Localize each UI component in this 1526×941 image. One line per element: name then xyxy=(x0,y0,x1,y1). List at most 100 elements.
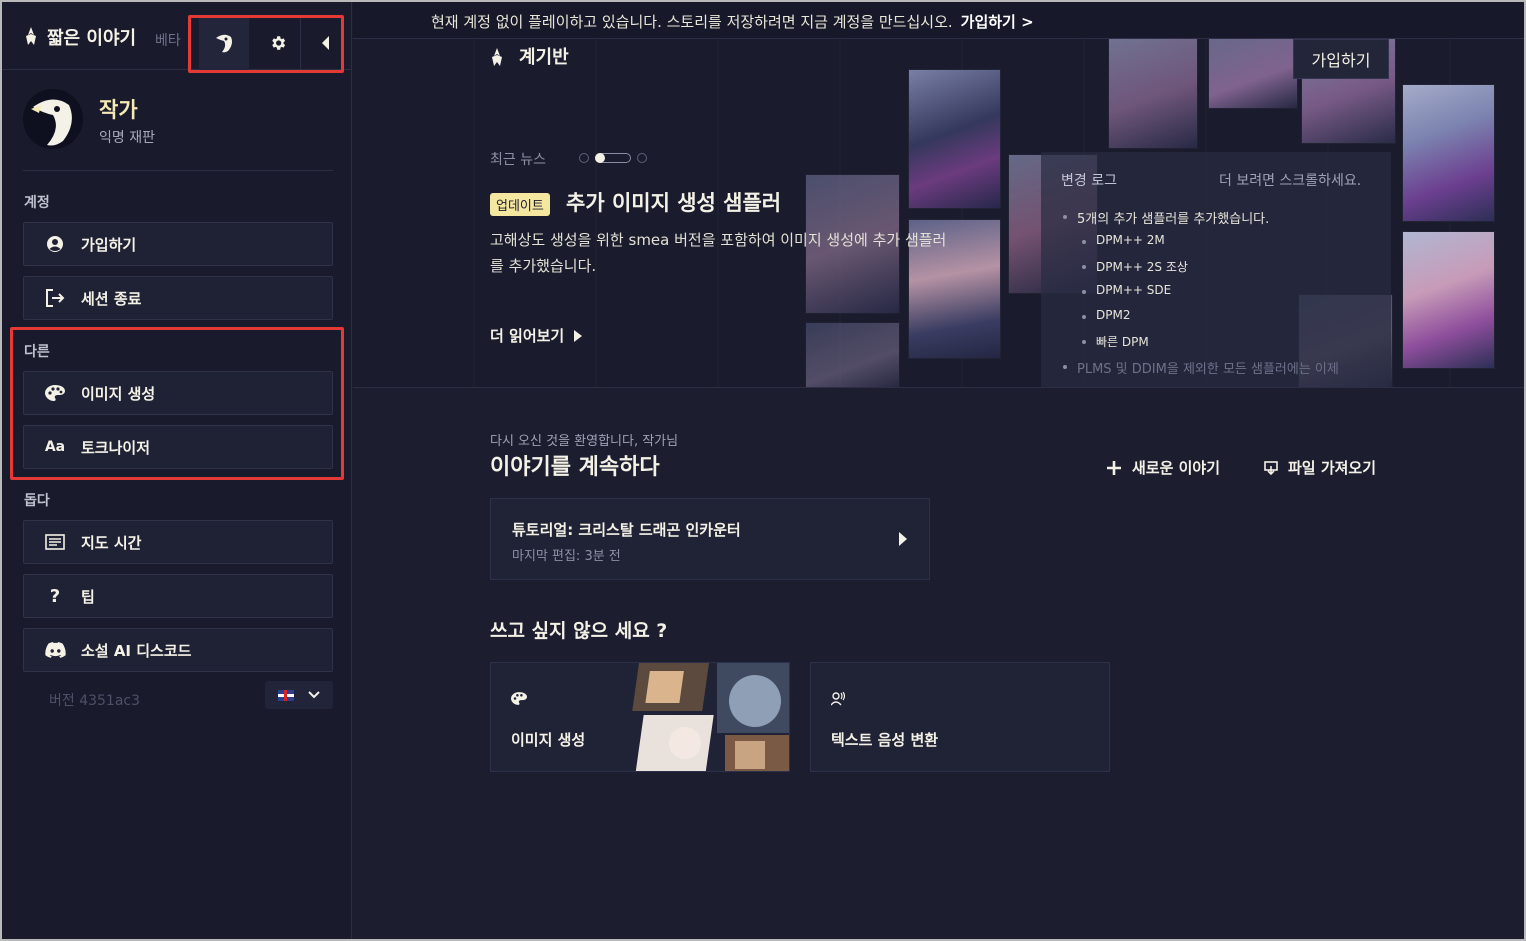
artwork-tile xyxy=(1208,39,1298,109)
artwork-tile xyxy=(1402,84,1495,222)
dashboard-title: 계기반 xyxy=(519,47,569,68)
avatar-icon xyxy=(23,89,83,149)
profile-subtitle: 익명 재판 xyxy=(99,130,155,146)
artwork-tile xyxy=(805,322,900,387)
update-badge: 업데이트 xyxy=(490,193,550,216)
tools-section-title: 쓰고 싶지 않으 세요 ? xyxy=(490,620,668,642)
news-carousel-dots xyxy=(579,153,647,163)
notice-message: 현재 계정 없이 플레이하고 있습니다. 스토리를 저장하려면 지금 계정을 만… xyxy=(431,13,953,31)
carousel-dot[interactable] xyxy=(579,153,589,163)
triangle-right-icon xyxy=(574,329,583,342)
sidebar-item-label: 소설 AI 디스코드 xyxy=(81,641,192,660)
image-generation-card[interactable]: 이미지 생성 xyxy=(490,662,790,772)
signup-button[interactable]: 가입하기 xyxy=(1293,39,1389,79)
plus-icon xyxy=(1107,460,1121,475)
section-label-help: 돕다 xyxy=(24,493,50,509)
question-icon: ? xyxy=(49,585,61,607)
list-item: DPM++ 2S 조상 xyxy=(1061,258,1339,283)
import-file-button[interactable]: 파일 가져오기 xyxy=(1264,457,1376,478)
new-story-button[interactable]: 새로운 이야기 xyxy=(1106,457,1220,478)
sidebar-item-tips[interactable]: ? 팁 xyxy=(23,574,333,618)
news-body: 고해상도 생성을 위한 smea 버전을 포함하여 이미지 생성에 추가 샘플러… xyxy=(490,231,947,275)
changelog-list: 5개의 추가 샘플러를 추가했습니다. DPM++ 2M DPM++ 2S 조상… xyxy=(1061,208,1339,383)
chevron-left-icon xyxy=(321,36,329,50)
tool-label: 텍스트 음성 변환 xyxy=(831,731,939,749)
artwork-tile xyxy=(1402,231,1495,369)
sidebar-item-tokenizer[interactable]: Aa 토크나이저 xyxy=(23,425,333,469)
profile-name: 작가 xyxy=(99,98,138,122)
document-icon xyxy=(44,532,66,552)
story-card[interactable]: 튜토리얼: 크리스탈 드래곤 인카운터 마지막 편집: 3분 전 xyxy=(490,498,930,580)
tts-icon xyxy=(831,692,845,706)
profile-avatar[interactable] xyxy=(23,89,83,149)
changelog-title: 변경 로그 xyxy=(1061,173,1117,189)
palette-icon xyxy=(44,383,66,403)
import-icon xyxy=(1264,460,1278,475)
dashboard-hero: 계기반 가입하기 최근 뉴스 업데이트 추가 이미지 생성 샘플러 고해상도 생… xyxy=(353,39,1524,388)
section-label-account: 계정 xyxy=(24,195,50,211)
read-more-label: 더 읽어보기 xyxy=(490,327,565,345)
list-item: DPM++ 2M xyxy=(1061,233,1339,258)
artwork-tile xyxy=(1108,39,1198,149)
app-title[interactable]: 짧은 이야기 xyxy=(47,24,136,50)
new-story-label: 새로운 이야기 xyxy=(1132,459,1221,477)
notice-text: 현재 계정 없이 플레이하고 있습니다. 스토리를 저장하려면 지금 계정을 만… xyxy=(431,11,1034,32)
list-item: DPM2 xyxy=(1061,308,1339,333)
changelog-hint: 더 보려면 스크롤하세요. xyxy=(1219,173,1362,189)
user-circle-icon xyxy=(44,234,66,254)
continue-story-title: 이야기를 계속하다 xyxy=(490,455,660,480)
welcome-subtitle: 다시 오신 것을 환영합니다, 작가님 xyxy=(490,434,679,449)
sidebar-item-label: 이미지 생성 xyxy=(81,384,156,403)
carousel-dot[interactable] xyxy=(637,153,647,163)
chevron-down-icon xyxy=(307,691,320,699)
story-meta: 마지막 편집: 3분 전 xyxy=(512,549,621,564)
sidebar-item-tutorial[interactable]: 지도 시간 xyxy=(23,520,333,564)
news-label: 최근 뉴스 xyxy=(490,152,546,168)
list-item: DPM++ SDE xyxy=(1061,283,1339,308)
beta-label: 베타 xyxy=(155,33,181,49)
logo-icon xyxy=(26,27,36,45)
changelog-panel[interactable]: 변경 로그 더 보려면 스크롤하세요. 5개의 추가 샘플러를 추가했습니다. … xyxy=(1041,152,1391,387)
section-label-other: 다른 xyxy=(24,344,50,360)
version-label: 버전 4351ac3 xyxy=(49,693,141,709)
list-item: 5개의 추가 샘플러를 추가했습니다. xyxy=(1061,208,1339,233)
text-to-speech-card[interactable]: 텍스트 음성 변환 xyxy=(810,662,1110,772)
sidebar-header: 짧은 이야기 베타 xyxy=(2,2,352,70)
import-file-label: 파일 가져오기 xyxy=(1288,459,1377,477)
collapse-sidebar-button[interactable] xyxy=(300,16,348,70)
sidebar-item-label: 토크나이저 xyxy=(81,438,151,457)
guest-notice-bar: 현재 계정 없이 플레이하고 있습니다. 스토리를 저장하려면 지금 계정을 만… xyxy=(353,2,1524,39)
sidebar-item-label: 지도 시간 xyxy=(81,533,142,552)
logout-icon xyxy=(44,288,66,308)
sidebar: 짧은 이야기 베타 작가 익명 재판 계정 가입하기 세션 종료 다른 이미지 … xyxy=(2,2,352,939)
logo-icon xyxy=(492,48,502,66)
sidebar-item-image-generation[interactable]: 이미지 생성 xyxy=(23,371,333,415)
sidebar-item-end-session[interactable]: 세션 종료 xyxy=(23,276,333,320)
artwork-collage xyxy=(631,663,789,771)
text-aa-icon: Aa xyxy=(44,439,66,455)
sidebar-divider xyxy=(23,170,333,171)
triangle-right-icon xyxy=(899,532,907,546)
carousel-dot-active[interactable] xyxy=(595,153,631,163)
flag-icon xyxy=(278,689,295,701)
read-more-link[interactable]: 더 읽어보기 xyxy=(490,325,583,346)
language-select[interactable] xyxy=(265,681,333,709)
notice-signup-link[interactable]: 가입하기 > xyxy=(961,13,1034,31)
list-item: 빠른 DPM xyxy=(1061,333,1339,358)
sidebar-item-signup[interactable]: 가입하기 xyxy=(23,222,333,266)
settings-button[interactable] xyxy=(253,16,303,70)
app-window: 짧은 이야기 베타 작가 익명 재판 계정 가입하기 세션 종료 다른 이미지 … xyxy=(0,0,1526,941)
main-content: 현재 계정 없이 플레이하고 있습니다. 스토리를 저장하려면 지금 계정을 만… xyxy=(353,2,1524,939)
sidebar-item-discord[interactable]: 소설 AI 디스코드 xyxy=(23,628,333,672)
story-title: 튜토리얼: 크리스탈 드래곤 인카운터 xyxy=(512,521,741,539)
list-item: PLMS 및 DDIM을 제외한 모든 샘플러에는 이제 xyxy=(1061,358,1339,383)
avatar-icon xyxy=(216,34,232,53)
gear-icon xyxy=(272,36,286,50)
palette-icon xyxy=(511,692,527,705)
avatar-button[interactable] xyxy=(199,16,249,70)
artwork-tile xyxy=(908,69,1001,209)
sidebar-item-label: 팁 xyxy=(81,587,95,606)
tool-label: 이미지 생성 xyxy=(511,731,586,749)
discord-icon xyxy=(44,640,66,660)
sidebar-item-label: 세션 종료 xyxy=(81,289,142,308)
